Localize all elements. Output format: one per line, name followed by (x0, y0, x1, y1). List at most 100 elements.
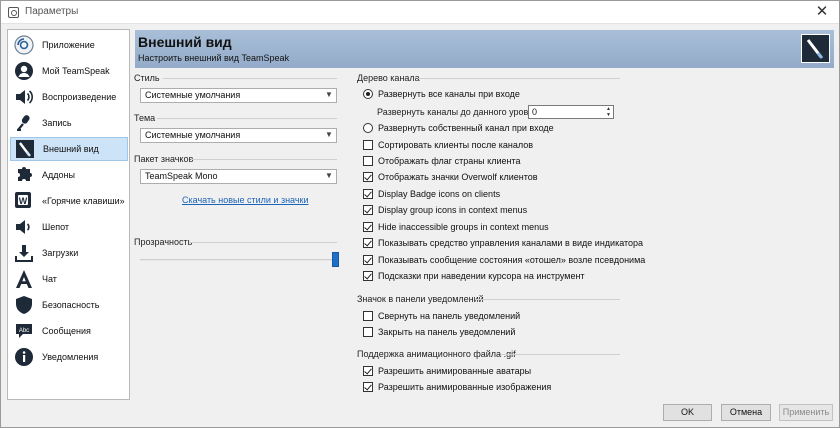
sidebar-item-hotkeys[interactable]: W «Горячие клавиши» (10, 189, 128, 213)
icon-pack-select-value: TeamSpeak Mono (145, 171, 218, 181)
sidebar-item-chat[interactable]: Чат (10, 267, 128, 291)
transparency-label: Прозрачность (134, 237, 193, 247)
checkbox[interactable] (363, 366, 373, 376)
checkbox[interactable] (363, 238, 373, 248)
sidebar-item-application[interactable]: Приложение (10, 33, 128, 57)
option-label: Отображать значки Overwolf клиентов (378, 172, 538, 182)
option-label: Показывать средство управления каналами … (378, 238, 644, 248)
sidebar-item-messages[interactable]: Abc Сообщения (10, 319, 128, 343)
option-label: Разрешить анимированные аватары (378, 366, 532, 376)
transparency-slider-handle[interactable] (332, 252, 339, 267)
option-close-tray[interactable]: Закрыть на панель уведомлений (363, 325, 515, 339)
expand-own-radio[interactable]: Развернуть собственный канал при входе (363, 121, 554, 135)
window-title: Параметры (25, 6, 79, 17)
page-subtitle: Настроить внешний вид TeamSpeak (138, 53, 290, 63)
checkbox[interactable] (363, 382, 373, 392)
checkbox[interactable] (363, 271, 373, 281)
sidebar-item-notifications[interactable]: Уведомления (10, 345, 128, 369)
sidebar-item-label: Чат (42, 274, 57, 284)
option-label: Сортировать клиенты после каналов (378, 140, 534, 150)
option-country-flag[interactable]: Отображать флаг страны клиента (363, 154, 520, 168)
appearance-icon (14, 138, 36, 160)
application-icon (13, 34, 35, 56)
option-sort-clients[interactable]: Сортировать клиенты после каналов (363, 138, 533, 152)
sidebar-item-label: Внешний вид (43, 144, 99, 154)
option-minimize-tray[interactable]: Свернуть на панель уведомлений (363, 309, 520, 323)
checkbox[interactable] (363, 205, 373, 215)
chevron-down-icon: ▼ (325, 90, 333, 99)
checkbox[interactable] (363, 255, 373, 265)
chevron-down-icon: ▼ (325, 171, 333, 180)
option-animated-avatars[interactable]: Разрешить анимированные аватары (363, 364, 531, 378)
sidebar-item-label: Приложение (42, 40, 95, 50)
sidebar-item-addons[interactable]: Аддоны (10, 163, 128, 187)
checkbox[interactable] (363, 222, 373, 232)
sidebar-item-label: Мой TeamSpeak (42, 66, 110, 76)
sidebar-item-appearance[interactable]: Внешний вид (10, 137, 128, 161)
transparency-separator (189, 242, 337, 243)
hotkeys-icon: W (13, 190, 35, 212)
option-badge-icons[interactable]: Display Badge icons on clients (363, 187, 500, 201)
ok-button[interactable]: OK (663, 404, 712, 421)
style-select[interactable]: Системные умолчания ▼ (140, 88, 337, 103)
cancel-button[interactable]: Отмена (721, 404, 771, 421)
style-separator (163, 78, 337, 79)
sidebar-item-my-teamspeak[interactable]: Мой TeamSpeak (10, 59, 128, 83)
spin-down-icon[interactable]: ▼ (604, 112, 613, 118)
option-tooltips[interactable]: Подсказки при наведении курсора на инстр… (363, 269, 585, 283)
channel-tree-label: Дерево канала (357, 73, 420, 83)
info-icon (13, 346, 35, 368)
sidebar-item-label: «Горячие клавиши» (42, 196, 125, 206)
checkbox[interactable] (363, 311, 373, 321)
checkbox[interactable] (363, 140, 373, 150)
messages-icon: Abc (13, 320, 35, 342)
sidebar-item-downloads[interactable]: Загрузки (10, 241, 128, 265)
tray-separator (475, 299, 620, 300)
option-hide-groups[interactable]: Hide inaccessible groups in context menu… (363, 220, 549, 234)
theme-select[interactable]: Системные умолчания ▼ (140, 128, 337, 143)
sidebar-item-label: Безопасность (42, 300, 100, 310)
microphone-icon (13, 112, 35, 134)
option-away-message[interactable]: Показывать сообщение состояния «отошел» … (363, 253, 645, 267)
option-group-icons[interactable]: Display group icons in context menus (363, 203, 527, 217)
settings-window: Параметры ✕ Приложение Мой TeamSpeak Вос… (0, 0, 840, 428)
checkbox[interactable] (363, 172, 373, 182)
sidebar-item-playback[interactable]: Воспроизведение (10, 85, 128, 109)
gif-separator (501, 354, 620, 355)
download-styles-link[interactable]: Скачать новые стили и значки (182, 195, 309, 205)
checkbox[interactable] (363, 327, 373, 337)
checkbox[interactable] (363, 156, 373, 166)
option-overwolf-icons[interactable]: Отображать значки Overwolf клиентов (363, 170, 538, 184)
sidebar-item-whisper[interactable]: Шепот (10, 215, 128, 239)
sidebar-item-record[interactable]: Запись (10, 111, 128, 135)
theme-label: Тема (134, 113, 156, 123)
icon-pack-select[interactable]: TeamSpeak Mono ▼ (140, 169, 337, 184)
puzzle-icon (13, 164, 35, 186)
checkbox[interactable] (363, 189, 373, 199)
chat-icon (13, 268, 35, 290)
style-label: Стиль (134, 73, 160, 83)
transparency-slider-track[interactable] (140, 259, 336, 261)
sidebar: Приложение Мой TeamSpeak Воспроизведение… (7, 29, 130, 400)
app-icon (8, 7, 19, 18)
apply-button[interactable]: Применить (779, 404, 833, 421)
user-icon (13, 60, 35, 82)
page-header: Внешний вид Настроить внешний вид TeamSp… (135, 30, 834, 68)
option-label: Свернуть на панель уведомлений (378, 311, 521, 321)
whisper-icon (13, 216, 35, 238)
close-button[interactable]: ✕ (811, 4, 833, 21)
option-channel-indicator[interactable]: Показывать средство управления каналами … (363, 236, 643, 250)
shield-icon (13, 294, 35, 316)
sidebar-item-security[interactable]: Безопасность (10, 293, 128, 317)
radio-button[interactable] (363, 123, 373, 133)
option-label: Разрешить анимированные изображения (378, 382, 552, 392)
radio-button[interactable] (363, 89, 373, 99)
option-label: Display Badge icons on clients (378, 189, 501, 199)
expand-level-spinbox[interactable]: 0 ▲ ▼ (528, 105, 614, 119)
expand-all-radio[interactable]: Развернуть все каналы при входе (363, 87, 520, 101)
option-label: Развернуть собственный канал при входе (378, 123, 554, 133)
svg-text:Abc: Abc (19, 328, 29, 334)
sidebar-item-label: Запись (42, 118, 72, 128)
sidebar-item-label: Аддоны (42, 170, 75, 180)
option-animated-images[interactable]: Разрешить анимированные изображения (363, 380, 551, 394)
